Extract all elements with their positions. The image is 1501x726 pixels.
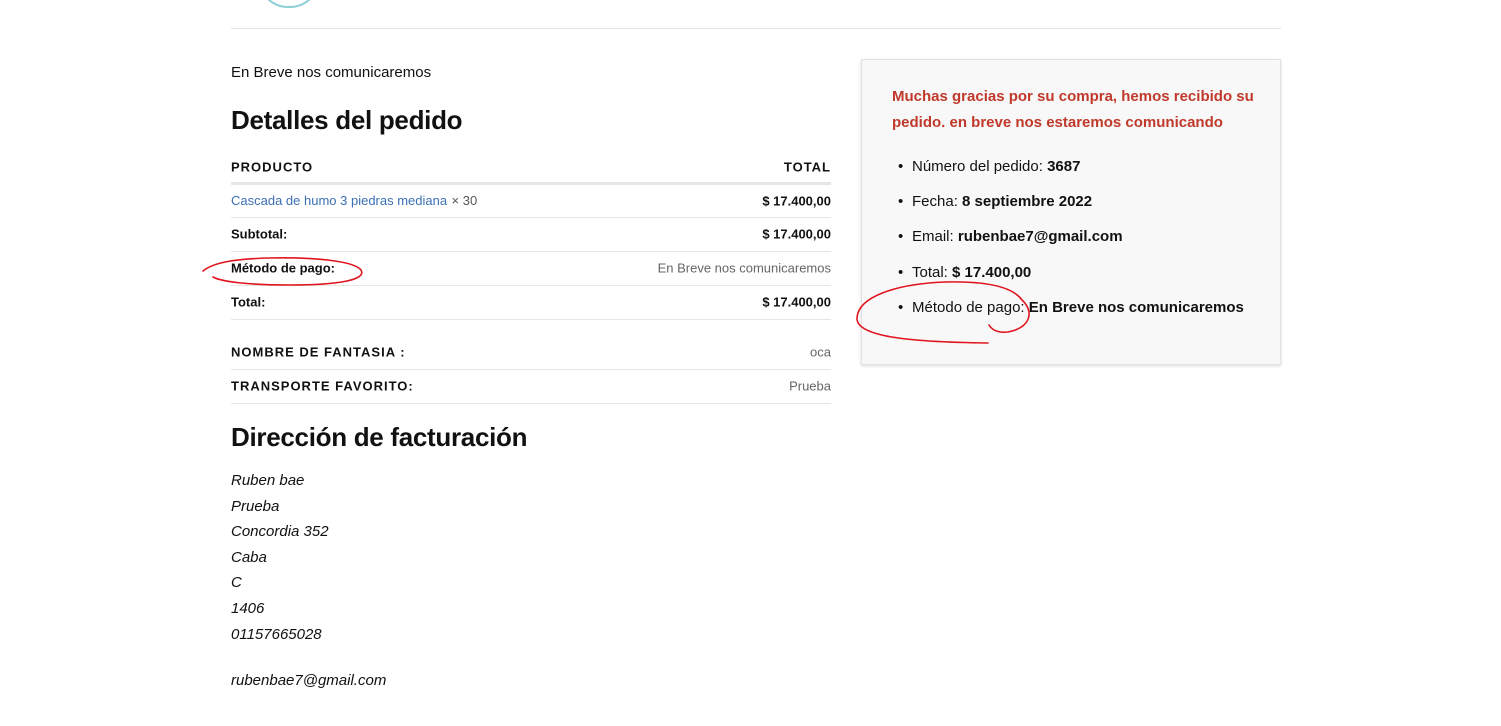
table-row: NOMBRE DE FANTASIA : oca xyxy=(231,335,831,370)
column-header-total: TOTAL xyxy=(783,159,831,175)
subtotal-value: $ 17.400,00 xyxy=(762,226,831,242)
total-label: Total: xyxy=(231,294,266,310)
list-item: Total: $ 17.400,00 xyxy=(898,264,1032,281)
payment-method-value: En Breve nos comunicaremos xyxy=(657,260,831,276)
table-row: Total: $ 17.400,00 xyxy=(231,285,831,320)
payment-instructions: En Breve nos comunicaremos xyxy=(231,64,432,81)
order-email-value: rubenbae7@gmail.com xyxy=(957,228,1123,245)
order-number-label: Número del pedido: xyxy=(912,158,1043,175)
billing-email: rubenbae7@gmail.com xyxy=(231,672,387,690)
payment-method-label: Método de pago: xyxy=(231,260,335,276)
list-item: Email: rubenbae7@gmail.com xyxy=(898,228,1123,245)
billing-name: Ruben bae xyxy=(231,472,305,489)
product-total: $ 17.400,00 xyxy=(762,193,831,209)
order-total-value: $ 17.400,00 xyxy=(952,264,1032,281)
table-row: Método de pago: En Breve nos comunicarem… xyxy=(231,251,831,286)
order-date-value: 8 septiembre 2022 xyxy=(962,193,1093,210)
favorite-transport-label: TRANSPORTE FAVORITO: xyxy=(231,378,414,394)
order-overview-box: Muchas gracias por su compra, hemos reci… xyxy=(861,59,1281,365)
billing-address-title: Dirección de facturación xyxy=(231,422,528,452)
order-details-title: Detalles del pedido xyxy=(231,105,463,135)
thank-you-message: Muchas gracias por su compra, hemos reci… xyxy=(892,88,1254,131)
order-date-label: Fecha: xyxy=(912,193,958,210)
order-total-label: Total: xyxy=(912,264,948,281)
billing-street: Concordia 352 xyxy=(231,523,329,541)
product-link[interactable]: Cascada de humo 3 piedras mediana xyxy=(231,193,447,208)
table-row: TRANSPORTE FAVORITO: Prueba xyxy=(231,369,831,404)
billing-city: Caba xyxy=(231,548,267,566)
order-payment-value: En Breve nos comunicaremos xyxy=(1028,299,1244,316)
list-item: Número del pedido: 3687 xyxy=(898,158,1081,175)
column-header-product: PRODUCTO xyxy=(231,159,314,175)
table-header: PRODUCTO TOTAL xyxy=(231,152,831,185)
product-quantity: × 30 xyxy=(451,193,478,208)
order-email-label: Email: xyxy=(912,228,954,245)
subtotal-label: Subtotal: xyxy=(231,226,288,242)
favorite-transport-value: Prueba xyxy=(789,378,831,394)
billing-phone: 01157665028 xyxy=(231,625,322,643)
list-item: Método de pago: En Breve nos comunicarem… xyxy=(898,299,1244,316)
billing-postcode: 1406 xyxy=(231,599,265,617)
total-value: $ 17.400,00 xyxy=(762,294,831,310)
billing-address: Ruben bae Prueba Concordia 352 Caba C 14… xyxy=(231,468,386,694)
list-item: Fecha: 8 septiembre 2022 xyxy=(898,193,1093,210)
trade-name-label: NOMBRE DE FANTASIA : xyxy=(231,344,406,360)
billing-state: C xyxy=(231,574,242,592)
table-row: Cascada de humo 3 piedras mediana × 30 $… xyxy=(231,185,831,218)
billing-company: Prueba xyxy=(231,497,280,515)
trade-name-value: oca xyxy=(810,344,831,360)
order-payment-label: Método de pago: xyxy=(912,299,1025,316)
header-divider xyxy=(231,28,1281,29)
table-row: Subtotal: $ 17.400,00 xyxy=(231,217,831,252)
order-number-value: 3687 xyxy=(1047,158,1081,175)
site-logo[interactable] xyxy=(258,0,320,8)
